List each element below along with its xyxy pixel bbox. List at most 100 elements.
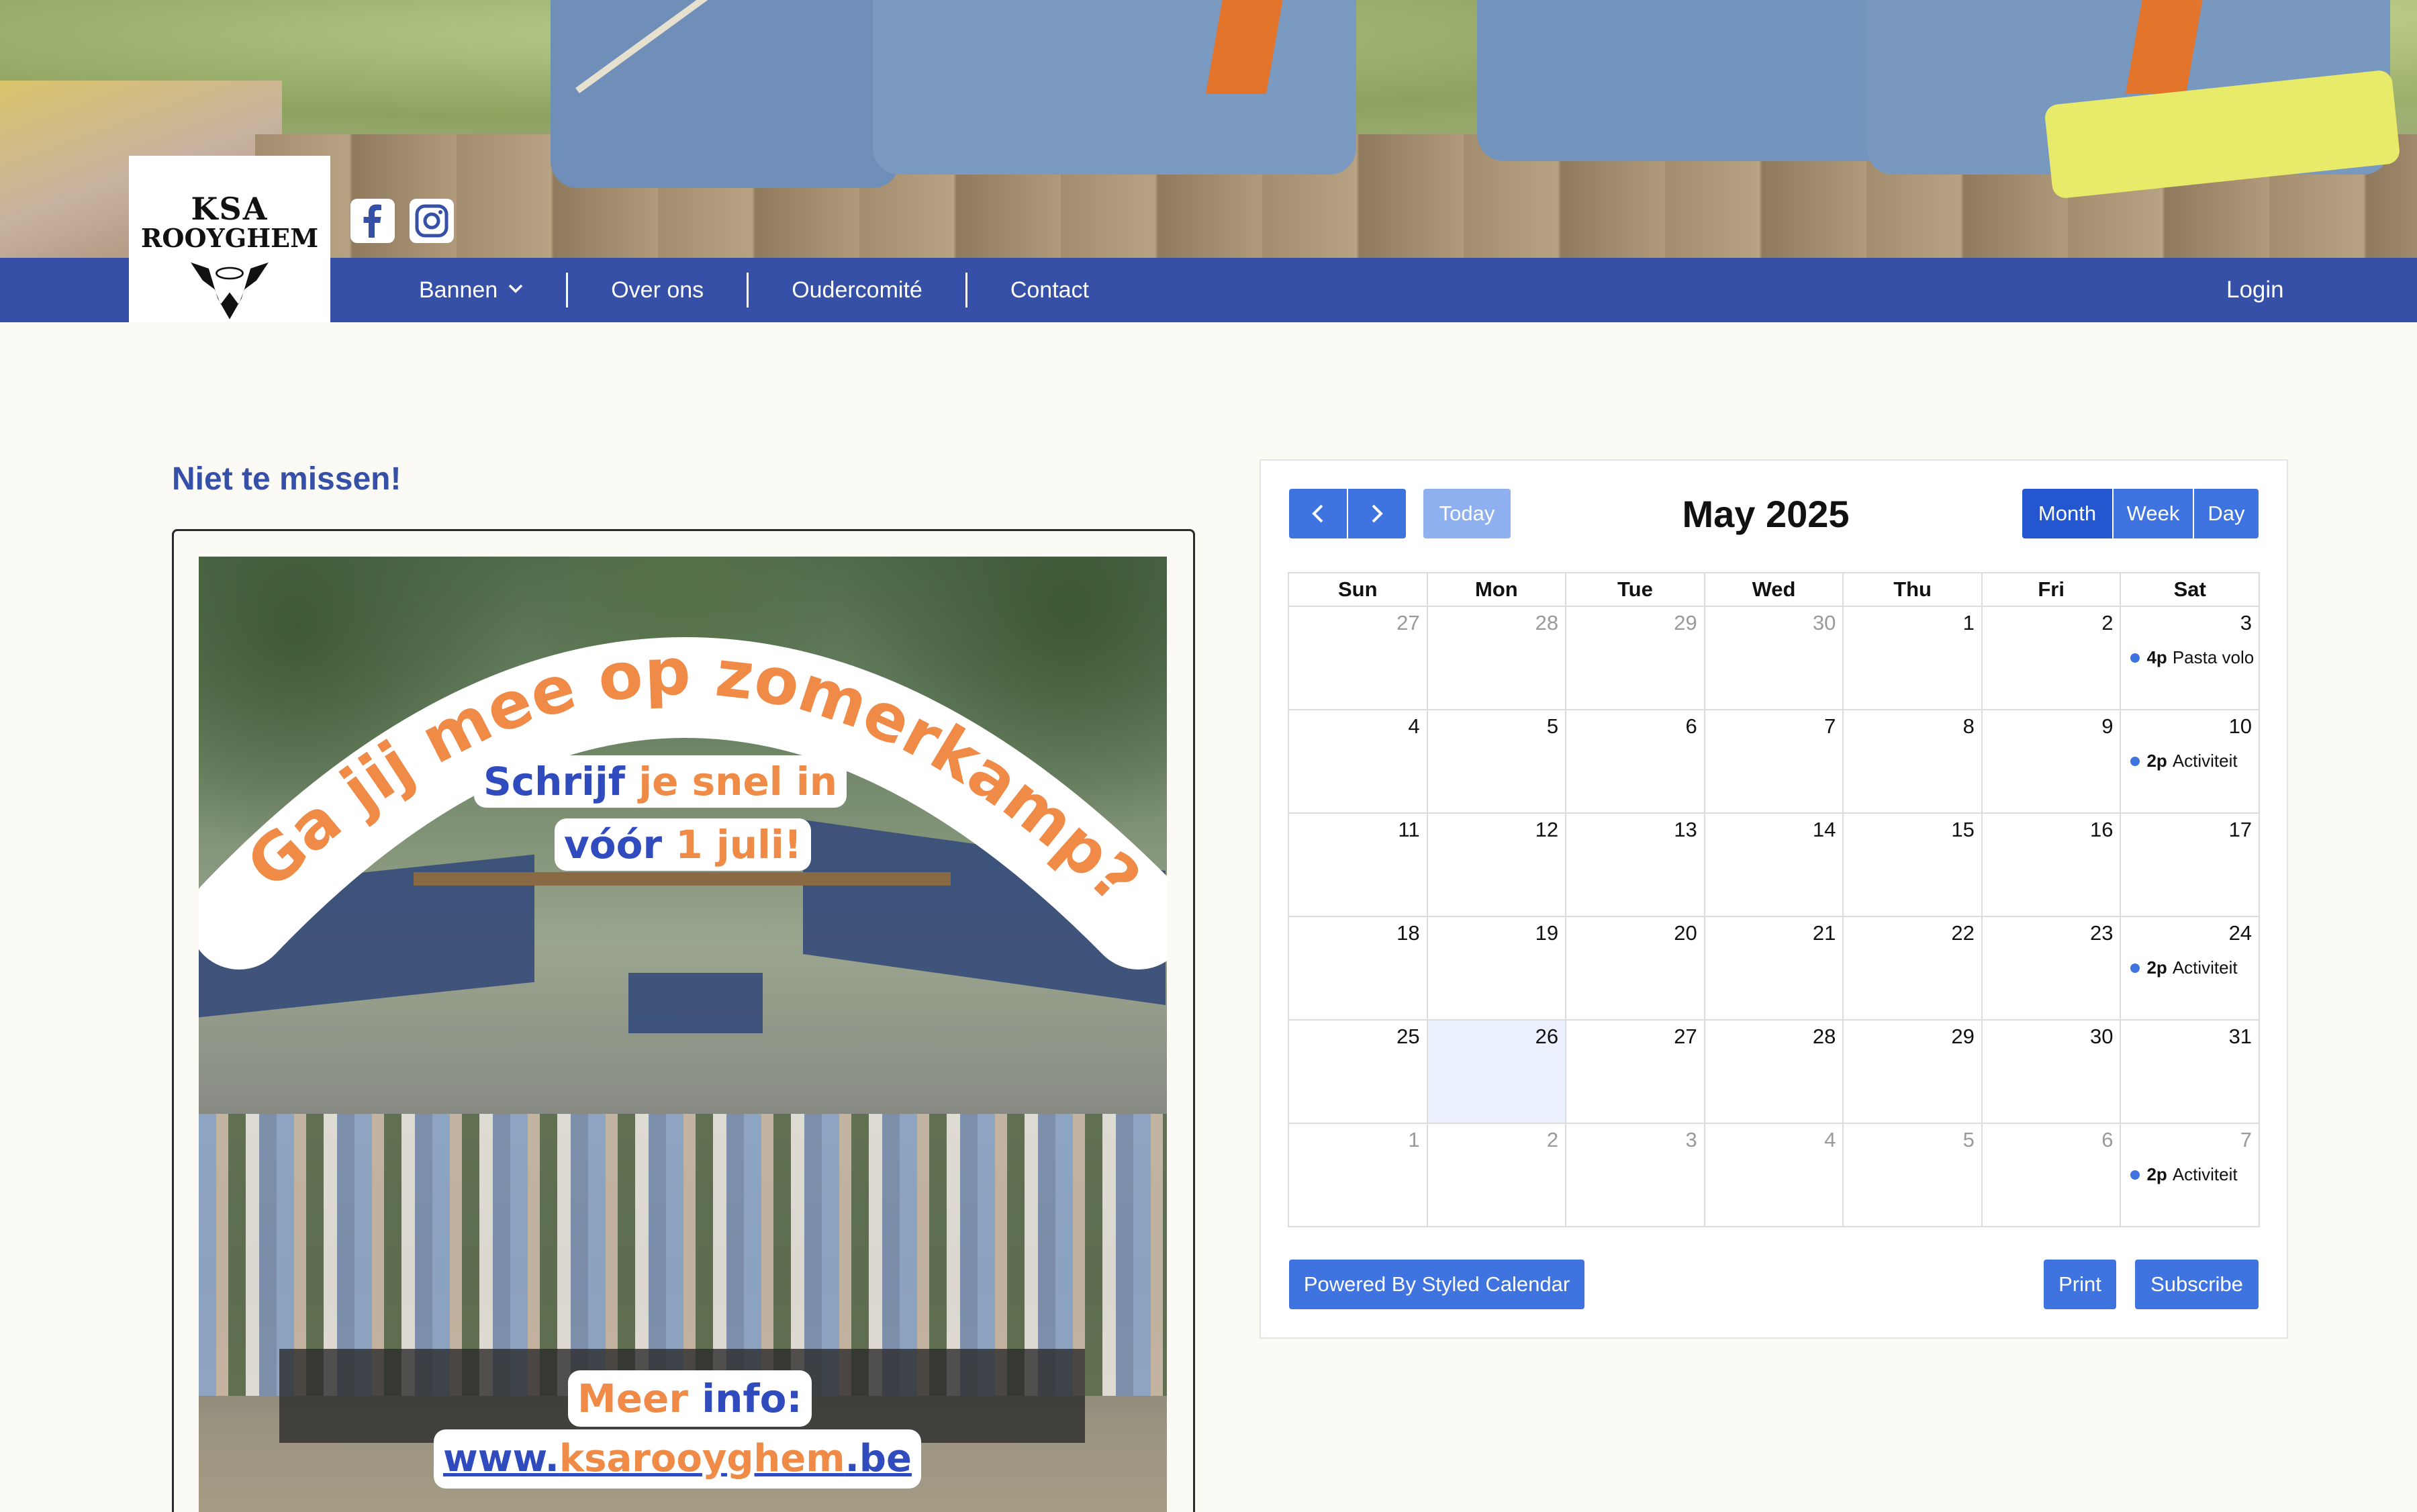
powered-by-button[interactable]: Powered By Styled Calendar [1289,1260,1584,1309]
day-number: 8 [1962,714,1975,738]
calendar-day-cell[interactable]: 30 [1982,1021,2122,1124]
calendar-day-cell[interactable]: 28 [1705,1021,1844,1124]
event-time: 2p [2146,751,2167,771]
print-button[interactable]: Print [2044,1260,2116,1309]
day-number: 13 [1674,818,1697,841]
day-number: 7 [1824,714,1836,738]
login-link[interactable]: Login [2226,258,2284,322]
calendar-day-cell[interactable]: 5 [1427,710,1567,814]
calendar-view-month-button[interactable]: Month [2022,489,2112,538]
calendar-day-cell[interactable]: 16 [1982,814,2122,917]
calendar-day-cell[interactable]: 11 [1289,814,1428,917]
summer-camp-poster[interactable]: Ga jij mee op zomerkamp? Schrijf je snel… [199,557,1167,1512]
instagram-link[interactable] [410,199,454,243]
day-number: 22 [1951,921,1975,945]
calendar-title: May 2025 [1682,492,1850,535]
day-number: 21 [1812,921,1836,945]
calendar-prev-button[interactable] [1289,489,1347,538]
calendar-day-cell[interactable]: 2 [1982,607,2122,710]
poster-line1: Schrijf je snel in [474,755,847,808]
event-dot-icon [2130,756,2140,766]
calendar-day-cell[interactable]: 15 [1844,814,1983,917]
day-number: 19 [1535,921,1559,945]
calendar-day-cell[interactable]: 23 [1982,917,2122,1021]
calendar-event[interactable]: 2p Activiteit [2130,957,2258,978]
site-logo[interactable]: KSA ROOYGHEM [129,156,330,322]
calendar-day-cell-today[interactable]: 26 [1427,1021,1567,1124]
day-number: 29 [1951,1025,1975,1048]
calendar-week-row: 25 26 27 28 29 30 31 [1289,1021,2261,1124]
facebook-link[interactable] [350,199,395,243]
event-time: 2p [2146,957,2167,978]
calendar-day-cell[interactable]: 13 [1566,814,1705,917]
calendar-day-cell[interactable]: 7 [1705,710,1844,814]
calendar-day-cell[interactable]: 3 [1566,1124,1705,1227]
day-number: 18 [1396,921,1420,945]
day-number: 17 [2228,818,2253,841]
calendar-day-cell[interactable]: 28 [1427,607,1567,710]
section-title: Niet te missen! [172,461,401,497]
day-number: 7 [2240,1128,2253,1151]
day-number: 3 [2240,611,2253,634]
calendar-day-cell[interactable]: 3 4p Pasta volo [2121,607,2261,710]
instagram-icon [410,199,454,243]
calendar-day-cell[interactable]: 14 [1705,814,1844,917]
calendar-event[interactable]: 2p Activiteit [2130,1164,2258,1185]
calendar-day-cell[interactable]: 29 [1844,1021,1983,1124]
calendar-day-cell[interactable]: 20 [1566,917,1705,1021]
calendar-day-cell[interactable]: 1 [1844,607,1983,710]
calendar-event[interactable]: 2p Activiteit [2130,751,2258,771]
calendar-day-cell[interactable]: 22 [1844,917,1983,1021]
nav-item-oudercomite[interactable]: Oudercomité [749,273,967,308]
day-number: 27 [1674,1025,1697,1048]
weekday-header-cell: Fri [1982,573,2122,607]
day-number: 30 [2089,1025,2114,1048]
calendar-day-cell[interactable]: 9 [1982,710,2122,814]
weekday-header-cell: Wed [1705,573,1844,607]
calendar-day-cell[interactable]: 25 [1289,1021,1428,1124]
calendar-day-cell[interactable]: 29 [1566,607,1705,710]
calendar-day-cell[interactable]: 1 [1289,1124,1428,1227]
calendar-day-cell[interactable]: 31 [2121,1021,2261,1124]
day-number: 2 [1546,1128,1559,1151]
calendar-day-cell[interactable]: 4 [1289,710,1428,814]
calendar-day-cell[interactable]: 27 [1289,607,1428,710]
day-number: 20 [1674,921,1697,945]
chevron-left-icon [1312,504,1323,523]
calendar-day-cell[interactable]: 4 [1705,1124,1844,1227]
calendar-day-cell[interactable]: 21 [1705,917,1844,1021]
nav-item-bannen[interactable]: Bannen [376,273,569,308]
day-number: 5 [1962,1128,1975,1151]
subscribe-button[interactable]: Subscribe [2135,1260,2259,1309]
calendar-day-cell[interactable]: 19 [1427,917,1567,1021]
calendar-today-button[interactable]: Today [1423,489,1511,538]
weekday-header-cell: Mon [1427,573,1567,607]
calendar-day-cell[interactable]: 27 [1566,1021,1705,1124]
day-number: 15 [1951,818,1975,841]
calendar-day-cell[interactable]: 30 [1705,607,1844,710]
day-number: 31 [2228,1025,2253,1048]
nav-item-contact[interactable]: Contact [967,273,1132,308]
event-title: Activiteit [2172,957,2238,978]
calendar-day-cell[interactable]: 6 [1982,1124,2122,1227]
day-number: 14 [1812,818,1836,841]
calendar-view-week-button[interactable]: Week [2114,489,2193,538]
calendar-day-cell[interactable]: 18 [1289,917,1428,1021]
weekday-header-cell: Tue [1566,573,1705,607]
calendar-view-day-button[interactable]: Day [2194,489,2259,538]
calendar-event[interactable]: 4p Pasta volo [2130,647,2258,668]
calendar-next-button[interactable] [1348,489,1406,538]
calendar-day-cell[interactable]: 17 [2121,814,2261,917]
calendar-day-cell[interactable]: 2 [1427,1124,1567,1227]
nav-item-over-ons[interactable]: Over ons [568,273,749,308]
calendar-day-cell[interactable]: 6 [1566,710,1705,814]
day-number: 12 [1535,818,1559,841]
calendar-day-cell[interactable]: 12 [1427,814,1567,917]
calendar-day-cell[interactable]: 10 2p Activiteit [2121,710,2261,814]
calendar-day-cell[interactable]: 24 2p Activiteit [2121,917,2261,1021]
chevron-right-icon [1372,504,1383,523]
calendar-day-cell[interactable]: 7 2p Activiteit [2121,1124,2261,1227]
nav-item-label: Over ons [611,277,704,303]
calendar-day-cell[interactable]: 5 [1844,1124,1983,1227]
calendar-day-cell[interactable]: 8 [1844,710,1983,814]
